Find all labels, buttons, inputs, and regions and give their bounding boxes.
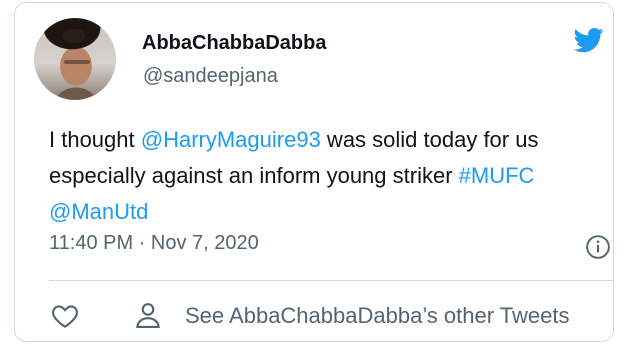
author-handle[interactable]: @sandeepjana <box>143 65 278 88</box>
tweet-date: Nov 7, 2020 <box>150 232 259 254</box>
meta-separator: · <box>133 232 151 254</box>
heart-icon[interactable] <box>49 301 81 331</box>
avatar[interactable] <box>34 18 116 100</box>
tweet-text: I thought @HarryMaguire93 was solid toda… <box>49 122 609 230</box>
person-icon <box>136 303 160 328</box>
mention-link[interactable]: @HarryMaguire93 <box>141 127 321 152</box>
see-other-tweets-link[interactable]: See AbbaChabbaDabba’s other Tweets <box>185 303 609 329</box>
tweet-time: 11:40 PM <box>49 232 134 254</box>
author-name[interactable]: AbbaChabbaDabba <box>142 32 326 55</box>
hashtag-link[interactable]: #MUFC <box>459 163 535 188</box>
tweet-timestamp[interactable]: 11:40 PM · Nov 7, 2020 <box>49 232 259 255</box>
info-icon[interactable] <box>585 234 611 260</box>
divider <box>49 280 614 281</box>
mention-link[interactable]: @ManUtd <box>49 199 148 224</box>
twitter-bird-icon[interactable] <box>571 25 607 55</box>
text-segment: I thought <box>49 127 141 152</box>
tweet-card: AbbaChabbaDabba @sandeepjana I thought @… <box>14 2 614 342</box>
